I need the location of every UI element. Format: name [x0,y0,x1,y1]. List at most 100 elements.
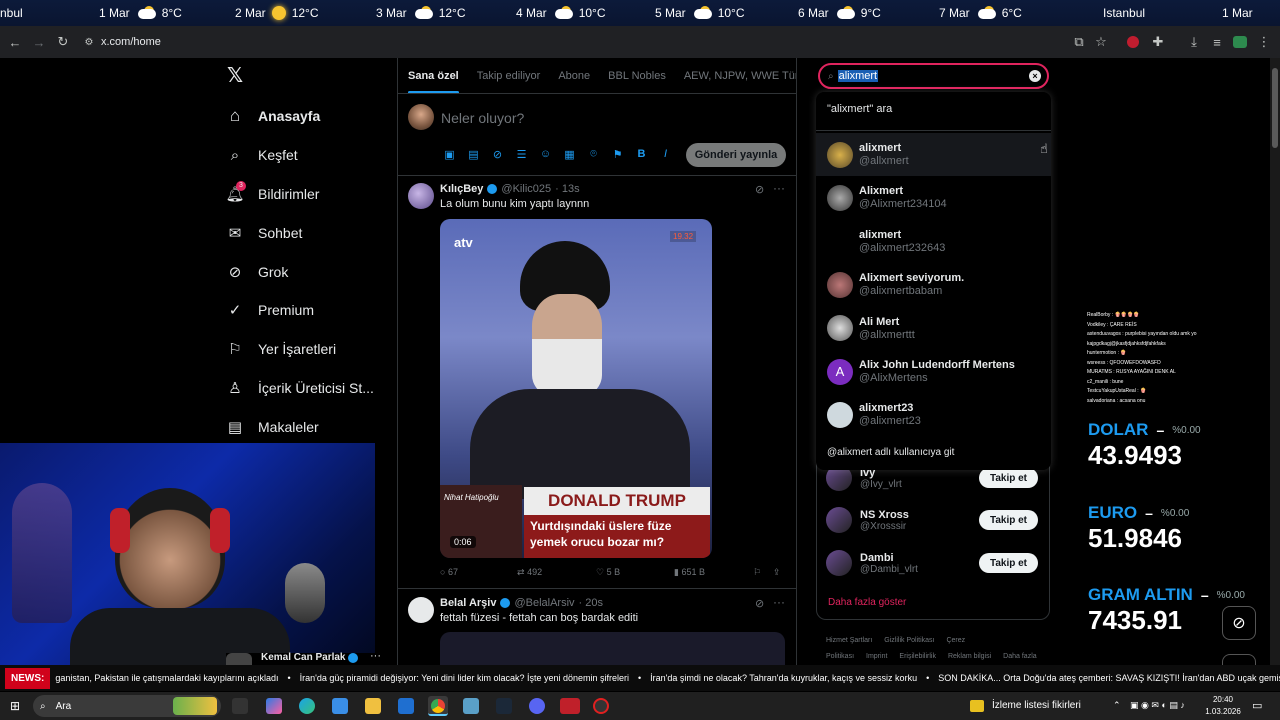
grok-icon[interactable]: ⊘ [755,597,764,610]
steam-icon[interactable] [496,698,512,714]
tab-2[interactable]: Abone [558,70,590,82]
nav-item-search[interactable]: ⌕ Keşfet [226,146,298,164]
notification-icon[interactable]: ▭ [1252,699,1262,712]
bookmark-icon[interactable]: ⚐ [753,567,761,578]
italic-icon[interactable]: I [658,148,673,161]
search-result[interactable]: alixmert @alixmert232643 [816,220,1051,263]
nav-item-bookmark[interactable]: ⚐ Yer İşaretleri [226,340,336,358]
puzzle-icon[interactable]: ✚ [1150,34,1166,50]
tray-chevron-icon[interactable]: ⌃ [1113,700,1121,711]
nav-item-articles[interactable]: ▤ Makaleler [226,418,319,436]
search-input[interactable]: alixmert [837,70,879,82]
views-button[interactable]: ▮ 651 B [674,567,705,578]
footer-link[interactable]: Reklam bilgisi [948,653,991,660]
outlook-icon[interactable] [398,698,414,714]
schedule-icon[interactable]: ▦ [562,148,577,161]
user-avatar[interactable] [408,104,434,130]
task-view-icon[interactable] [232,698,248,714]
chrome-active-icon[interactable] [428,696,448,716]
profile-icon[interactable] [1233,36,1247,48]
footer-link[interactable]: Gizlilik Politikası [884,637,934,644]
reload-icon[interactable]: ↻ [55,34,71,50]
tweet-media[interactable] [440,632,785,665]
share-icon[interactable]: ⇪ [773,567,781,578]
search-result[interactable]: Alixmert @Alixmert234104 [816,176,1051,219]
repost-button[interactable]: ⇄ 492 [517,567,542,578]
windows-start-icon[interactable]: ⊞ [10,699,20,713]
stocks-icon[interactable] [970,700,984,712]
tweet-avatar[interactable] [408,183,434,209]
tweet-time[interactable]: · 13s [555,183,579,195]
tweet-handle[interactable]: @BelalArsiv [514,597,574,609]
like-button[interactable]: ♡ 5 B [596,567,620,578]
copilot-icon[interactable] [266,698,282,714]
footer-link[interactable]: Imprint [866,653,887,660]
tweet-avatar[interactable] [408,597,434,623]
scrollbar[interactable] [1270,58,1280,665]
gif-icon[interactable]: ▤ [466,148,481,161]
search-box[interactable]: ⌕ alixmert × [818,63,1049,89]
compose-input[interactable]: Neler oluyor? [441,110,524,126]
clock-time[interactable]: 20:40 [1207,695,1239,704]
x-logo-icon[interactable]: 𝕏 [227,66,247,86]
tweet-author[interactable]: KılıçBey [440,183,483,195]
bold-icon[interactable]: B [634,148,649,161]
tweet-time[interactable]: · 20s [579,597,603,609]
search-result[interactable]: A Alix John Ludendorff Mertens @AlixMerten… [816,350,1051,393]
watchlist-widget[interactable]: İzleme listesi fikirleri [992,700,1081,711]
tweet-author[interactable]: Belal Arşiv [440,597,496,609]
store-icon[interactable] [332,698,348,714]
nav-item-home[interactable]: ⌂ Anasayfa [226,106,320,125]
poll-icon[interactable]: ☰ [514,148,529,161]
explorer-icon[interactable] [365,698,381,714]
scrollbar-thumb[interactable] [1272,68,1278,148]
footer-link[interactable]: Erişilebilirlik [899,653,936,660]
post-button[interactable]: Gönderi yayınla [686,143,786,167]
extension-icon[interactable] [1127,36,1139,48]
taskbar-search[interactable]: ⌕ Ara [33,695,221,717]
follow-button[interactable]: Takip et [979,510,1038,530]
grok-compose-icon[interactable]: ⊘ [490,148,505,161]
location-icon[interactable]: ⌾ [586,148,601,161]
footer-link[interactable]: Hizmet Şartları [826,637,872,644]
show-more-link[interactable]: Daha fazla göster [828,597,906,608]
search-result[interactable]: alixmert23 @alixmert23 [816,393,1051,436]
grok-button[interactable]: ⊘ [1222,606,1256,640]
emoji-icon[interactable]: ☺ [538,148,553,161]
tab-0[interactable]: Sana özel [408,70,459,93]
discord-icon[interactable] [529,698,545,714]
tray-icons[interactable]: ▣ ◉ ✉ ◐ ▤ ♪ [1130,700,1185,711]
install-icon[interactable]: ⧉ [1071,34,1087,50]
more-icon[interactable]: ··· [773,595,785,609]
nav-item-premium[interactable]: ✓ Premium [226,301,314,319]
search-result[interactable]: Ali Mert @allxmerttt [816,307,1051,350]
tweet-handle[interactable]: @Kilic025 [501,183,551,195]
clock-date[interactable]: 1.03.2026 [1204,707,1242,716]
tab-3[interactable]: BBL Nobles [608,70,666,82]
search-result[interactable]: Alixmert seviyorum. @alixmertbabam [816,263,1051,306]
nav-item-creator[interactable]: ♙ İçerik Üreticisi St... [226,379,374,397]
tab-4[interactable]: AEW, NJPW, WWE Türki [684,70,796,82]
back-icon[interactable]: ← [7,34,23,50]
obs-icon[interactable] [593,698,609,714]
search-result[interactable]: alixmert @allxmert [816,133,1051,176]
download-icon[interactable]: ⤓ [1186,34,1202,50]
follow-button[interactable]: Takip et [979,468,1038,488]
grok-icon[interactable]: ⊘ [755,183,764,196]
address-bar[interactable]: x.com/home [101,36,161,48]
nav-item-bell[interactable]: 🔔︎ Bildirimler 3 [225,181,319,203]
media-icon[interactable]: ≡ [1209,34,1225,50]
clear-icon[interactable]: × [1029,70,1041,82]
app-red-icon[interactable] [560,698,580,714]
nav-item-mail[interactable]: ✉ Sohbet [226,224,303,242]
menu-icon[interactable]: ⋮ [1256,34,1272,50]
flag-icon[interactable]: ⚑ [610,148,625,161]
goto-user-link[interactable]: @alixmert adlı kullanıcıya git [827,447,954,458]
search-query-hint[interactable]: "alixmert" ara [827,103,892,115]
more-icon[interactable]: ··· [773,181,785,195]
site-info-icon[interactable]: ⚙ [81,34,97,50]
more-icon[interactable]: ··· [370,650,381,662]
messages-button[interactable] [1222,654,1256,665]
tab-1[interactable]: Takip ediliyor [477,70,541,82]
app-icon[interactable] [463,698,479,714]
